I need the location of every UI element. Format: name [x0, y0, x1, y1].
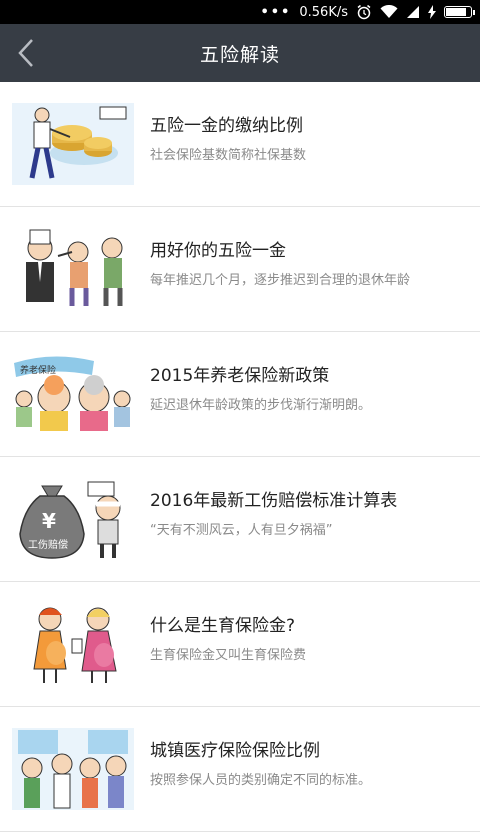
list-item[interactable]: 城镇医疗保险保险比例 按照参保人员的类别确定不同的标准。: [0, 707, 480, 832]
charging-icon: [428, 5, 436, 19]
back-button[interactable]: [0, 24, 52, 82]
wifi-icon: [380, 5, 398, 19]
list-item[interactable]: 什么是生育保险金? 生育保险金又叫生育保险费: [0, 582, 480, 707]
image-caption: 养老保险: [20, 364, 56, 376]
medical-crowd-cartoon-image: [12, 728, 134, 810]
item-title: 2015年养老保险新政策: [150, 366, 330, 386]
item-title: 五险一金的缴纳比例: [150, 116, 303, 136]
notification-dots-icon: •••: [260, 4, 292, 20]
article-list: 五险一金的缴纳比例 社会保险基数简称社保基数 用好你的五险一金 每年推迟几个月，…: [0, 82, 480, 832]
status-bar: ••• 0.56K/s: [0, 0, 480, 24]
list-item[interactable]: 养老保险 2015年养老保险新政策 延迟退休年龄政策的步伐渐行渐明朗。: [0, 332, 480, 457]
network-speed: 0.56K/s: [299, 4, 348, 20]
coins-cartoon-image: [12, 103, 134, 185]
item-description: “天有不测风云，人有旦夕祸福”: [150, 523, 333, 538]
item-description: 生育保险金又叫生育保险费: [150, 648, 307, 663]
list-item[interactable]: 用好你的五险一金 每年推迟几个月，逐步推迟到合理的退休年龄: [0, 207, 480, 332]
battery-icon: [444, 6, 475, 18]
elderly-couple-cartoon-image: 养老保险: [12, 353, 134, 435]
injury-money-bag-cartoon-image: ¥ 工伤赔偿: [12, 478, 134, 560]
chevron-left-icon: [18, 39, 33, 67]
item-description: 每年推迟几个月，逐步推迟到合理的退休年龄: [150, 273, 411, 288]
list-item[interactable]: ¥ 工伤赔偿 2016年最新工伤赔偿标准计算表 “天有不测风云，人有旦夕祸福”: [0, 457, 480, 582]
alarm-icon: [356, 4, 372, 20]
list-item[interactable]: 五险一金的缴纳比例 社会保险基数简称社保基数: [0, 82, 480, 207]
item-title: 什么是生育保险金?: [150, 616, 296, 636]
people-discussion-cartoon-image: [12, 228, 134, 310]
page-title: 五险解读: [199, 43, 280, 66]
svg-text:¥: ¥: [42, 509, 56, 533]
signal-icon: [406, 5, 420, 19]
item-description: 按照参保人员的类别确定不同的标准。: [150, 773, 372, 788]
item-title: 城镇医疗保险保险比例: [150, 741, 320, 761]
image-caption: 工伤赔偿: [28, 538, 68, 551]
item-description: 社会保险基数简称社保基数: [150, 148, 307, 163]
item-description: 延迟退休年龄政策的步伐渐行渐明朗。: [150, 398, 372, 413]
app-bar: 五险解读: [0, 24, 480, 82]
pregnant-women-cartoon-image: [12, 603, 134, 685]
item-title: 2016年最新工伤赔偿标准计算表: [150, 491, 398, 511]
item-title: 用好你的五险一金: [150, 241, 286, 261]
